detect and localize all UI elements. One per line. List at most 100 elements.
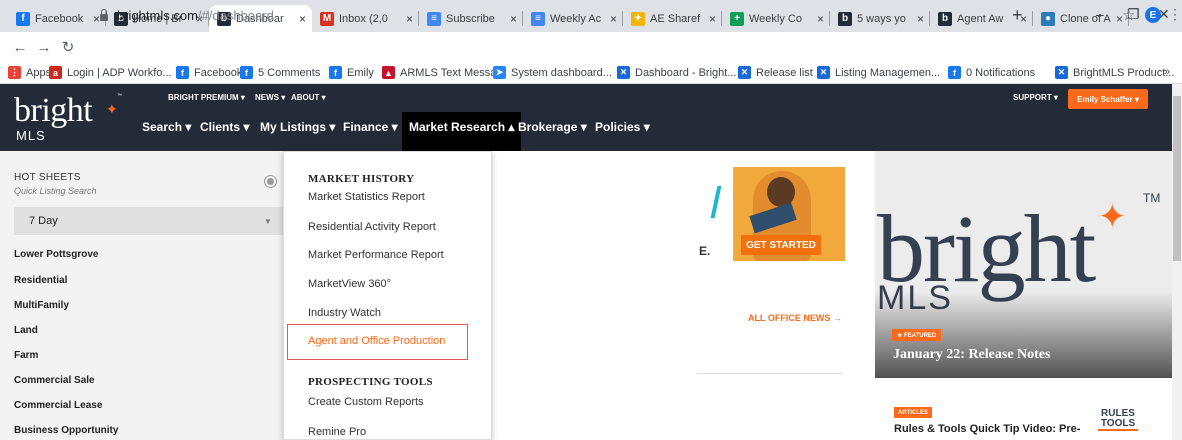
hot-sheet-item[interactable]: Residential [14,275,67,286]
bookmark-item[interactable]: ⋮ Apps [8,66,51,79]
period-select-value: 7 Day [29,215,58,227]
menu-item-marketview-360[interactable]: MarketView 360° [308,278,391,290]
gear-icon[interactable] [265,176,276,187]
hot-sheets-period-select[interactable]: 7 Day ▼ [14,207,283,235]
tab-close-icon[interactable]: × [709,12,716,26]
bookmark-item[interactable]: a Login | ADP Workfo... [49,66,172,79]
hot-sheet-item[interactable]: Commercial Sale [14,375,95,386]
menu-item-residential-activity-report[interactable]: Residential Activity Report [308,221,436,233]
forward-arrow-icon[interactable]: → [32,39,56,56]
bookmark-label: Login | ADP Workfo... [67,66,172,79]
bookmark-item[interactable]: f 0 Notifications [948,66,1035,79]
bookmarks-overflow-icon[interactable]: » [1164,66,1170,78]
browser-tab[interactable]: ≡ Weekly Ac × [523,5,623,32]
menu-item-remine-pro[interactable]: Remine Pro [308,426,366,438]
browser-menu-icon[interactable]: ⋮ [1168,6,1182,23]
browser-tab[interactable]: ≡ Subscribe × [419,5,523,32]
bookmark-label: System dashboard... [511,66,612,79]
bookmark-item[interactable]: ▲ ARMLS Text Messa... [382,66,506,79]
menu-item-market-statistics-report[interactable]: Market Statistics Report [308,191,425,203]
reload-icon[interactable]: ↻ [56,38,80,56]
articles-badge: ARTICLES [894,407,932,418]
bookmark-item[interactable]: ✕ Release list [738,66,813,79]
nav-support[interactable]: SUPPORT ▾ [1013,93,1058,102]
tab-close-icon[interactable]: × [610,12,617,26]
bookmark-label: Listing Managemen... [835,66,941,79]
bookmark-item[interactable]: f Emily [329,66,374,79]
hot-sheets-panel: HOT SHEETS Quick Listing Search 7 Day ▼ … [0,151,283,440]
tab-close-icon[interactable]: × [917,12,924,26]
bookmark-item[interactable]: ✕ Listing Managemen... [817,66,940,79]
market-research-dropdown: MARKET HISTORY Market Statistics Report … [283,151,492,440]
minimize-button[interactable]: – [1096,6,1104,22]
browser-tab[interactable]: ● Clone of A × [1033,5,1129,32]
site-header: bright ✦ ™ MLS BRIGHT PREMIUM ▾ NEWS ▾ A… [0,84,1172,151]
browser-tab[interactable]: b 5 ways yo × [830,5,930,32]
bookmark-item[interactable]: f Facebook [176,66,242,79]
nav-policies[interactable]: Policies ▾ [595,120,650,134]
logo-trademark: ™ [117,93,122,99]
gmail-icon: M [320,11,334,26]
profile-avatar[interactable]: E [1145,7,1161,23]
nav-brokerage[interactable]: Brokerage ▾ [518,120,587,134]
tab-label: 5 ways yo [857,12,906,25]
confluence-icon: ✕ [617,66,630,79]
hot-sheet-item[interactable]: Lower Pottsgrove [14,249,98,260]
bookmark-item[interactable]: ➤ System dashboard... [493,66,612,79]
nav-news[interactable]: NEWS ▾ [255,93,285,102]
nav-clients[interactable]: Clients ▾ [200,120,249,134]
tab-label: Facebook [35,12,84,25]
browser-tab[interactable]: M Inbox (2,0 × [312,5,419,32]
nav-search[interactable]: Search ▾ [142,120,191,134]
confluence-icon: ✕ [1055,66,1068,79]
tab-close-icon[interactable]: × [93,12,100,26]
bookmark-label: Emily [347,66,374,79]
all-office-news-link[interactable]: ALL OFFICE NEWS → [748,313,842,323]
menu-item-industry-watch[interactable]: Industry Watch [308,307,381,319]
bookmark-label: Facebook [194,66,243,79]
bookmark-item[interactable]: ✕ BrightMLS Product... [1055,66,1175,79]
url-path: /#/dashboard [197,7,274,23]
user-menu-button[interactable]: Emily Schaffer ▾ [1068,89,1148,109]
leaf-icon: ✦ [631,11,645,26]
browser-tab[interactable]: + Weekly Co × [722,5,830,32]
browser-tab[interactable]: f Facebook × [8,5,106,32]
nav-finance[interactable]: Finance ▾ [343,120,398,134]
bright-logo[interactable]: bright [14,94,93,128]
featured-title[interactable]: January 22: Release Notes [893,347,1050,363]
tab-close-icon[interactable]: × [299,12,306,26]
hot-sheet-item[interactable]: MultiFamily [14,300,69,311]
browser-tab[interactable]: ✦ AE Sharef × [623,5,722,32]
armls-icon: ▲ [382,66,395,79]
nav-my-listings[interactable]: My Listings ▾ [260,120,335,134]
hot-sheet-item[interactable]: Farm [14,350,38,361]
nav-market-research[interactable]: Market Research ▴ [402,112,522,151]
new-tab-button[interactable]: + [1012,5,1023,26]
back-arrow-icon[interactable]: ← [8,39,32,56]
tab-close-icon[interactable]: × [817,12,824,26]
hot-sheet-item[interactable]: Land [14,325,38,336]
bookmark-star-icon[interactable]: ☆ [1122,6,1135,24]
divider [697,373,842,374]
hot-sheet-item[interactable]: Commercial Lease [14,400,102,411]
hot-sheets-title: HOT SHEETS [14,172,81,183]
sheet-icon: + [730,11,744,26]
promo-text-fragment: E. [699,244,711,258]
menu-item-market-performance-report[interactable]: Market Performance Report [308,249,444,261]
bookmark-item[interactable]: ✕ Dashboard - Bright... [617,66,737,79]
get-started-button[interactable]: GET STARTED [741,235,821,255]
menu-item-create-custom-reports[interactable]: Create Custom Reports [308,396,424,408]
clone-icon: ● [1041,11,1055,26]
nav-about[interactable]: ABOUT ▾ [291,93,326,102]
nav-bright-premium[interactable]: BRIGHT PREMIUM ▾ [168,93,245,102]
scrollbar-thumb[interactable] [1173,96,1181,261]
url-field[interactable]: brightmls.com/#/dashboard [100,4,274,26]
hot-sheet-item[interactable]: Business Opportunity [14,425,118,436]
bookmark-item[interactable]: f 5 Comments [240,66,320,79]
article-title[interactable]: Rules & Tools Quick Tip Video: Pre- [894,423,1080,435]
bookmark-label: Release list [756,66,813,79]
featured-card[interactable]: bright ✦ TM MLS [875,151,1172,378]
tab-close-icon[interactable]: × [406,12,413,26]
tab-close-icon[interactable]: × [510,12,517,26]
adp-icon: a [49,66,62,79]
